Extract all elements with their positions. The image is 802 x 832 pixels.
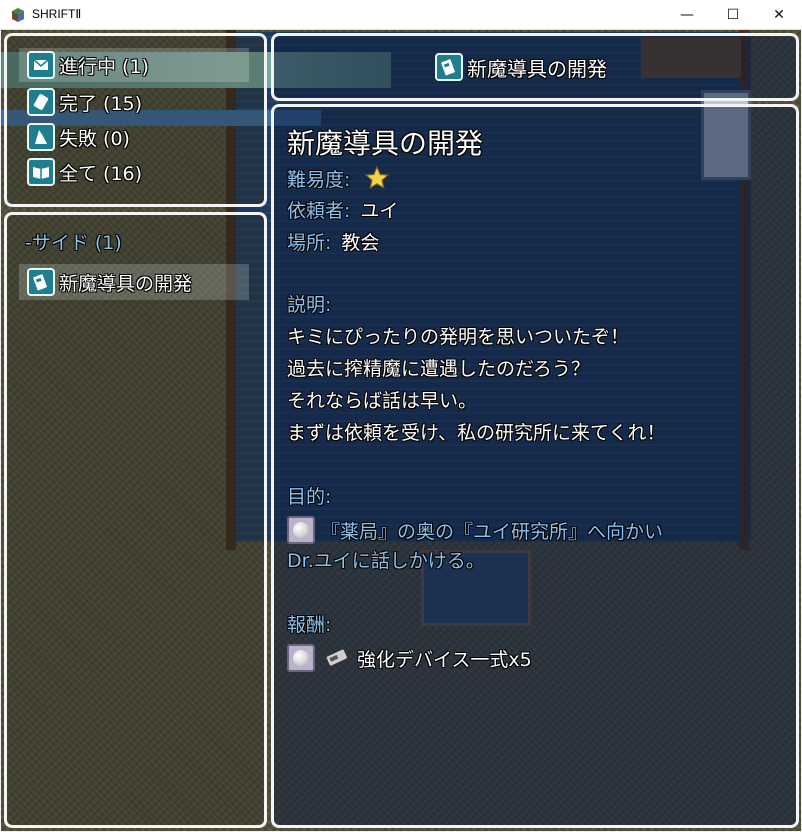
device-icon	[325, 648, 349, 667]
star-icon	[365, 165, 390, 189]
objective-row: 『薬局』の奥の『ユイ研究所』へ向かい	[287, 514, 663, 546]
envelope-icon	[27, 51, 55, 79]
objective-line: 『薬局』の奥の『ユイ研究所』へ向かい	[321, 520, 664, 543]
description-line: 過去に搾精魔に遭遇したのだろう？	[287, 358, 590, 380]
quest-device-icon	[27, 268, 55, 296]
description-line: まずは依頼を受け、私の研究所に来てくれ！	[287, 422, 666, 444]
minimize-button[interactable]: —	[664, 0, 710, 30]
game-screen: 進行中 (1) 完了 (15) 失敗 (0) 全て (16) -サイド (1) …	[1, 30, 801, 831]
status-item-label: 全て (16)	[59, 162, 143, 185]
orb-icon	[287, 516, 315, 544]
quest-list-panel	[4, 212, 267, 828]
close-button[interactable]: ✕	[756, 0, 802, 30]
quest-list-item[interactable]: 新魔導具の開発	[19, 264, 249, 300]
client-label: 依頼者:	[287, 199, 351, 222]
location-label: 場所:	[287, 231, 332, 254]
objective-line: Dr.ユイに話しかける。	[287, 550, 485, 572]
orb-icon	[287, 644, 315, 672]
quest-category-label: -サイド (1)	[25, 231, 122, 254]
quest-header: 新魔導具の開発	[435, 50, 607, 84]
description-line: それならば話は早い。	[287, 390, 478, 412]
description-label: 説明:	[287, 294, 332, 316]
quest-title: 新魔導具の開発	[287, 127, 484, 160]
quest-category-side: -サイド (1)	[25, 226, 122, 256]
scroll-icon	[27, 88, 55, 116]
difficulty-label: 難易度:	[287, 168, 351, 191]
quest-list-item-label: 新魔導具の開発	[59, 272, 193, 295]
book-icon	[27, 158, 55, 186]
status-item-label: 進行中 (1)	[59, 55, 149, 78]
objective-label: 目的:	[287, 486, 332, 508]
status-item-label: 失敗 (0)	[59, 127, 130, 150]
maximize-button[interactable]: ☐	[710, 0, 756, 30]
reward-value: 強化デバイス一式x5	[357, 648, 532, 671]
window-titlebar: SHRIFTⅡ — ☐ ✕	[0, 0, 802, 30]
reward-row: 強化デバイス一式x5	[287, 642, 532, 674]
status-item-all[interactable]: 全て (16)	[27, 155, 142, 189]
location-value: 教会	[341, 231, 380, 254]
status-item-label: 完了 (15)	[59, 92, 143, 115]
window-title: SHRIFTⅡ	[32, 7, 82, 21]
status-item-completed[interactable]: 完了 (15)	[27, 85, 142, 119]
status-item-in-progress[interactable]: 進行中 (1)	[19, 48, 249, 82]
quest-header-title: 新魔導具の開発	[467, 56, 607, 81]
client-value: ユイ	[360, 199, 399, 222]
broken-icon	[27, 123, 55, 151]
client-row: 依頼者: ユイ	[287, 193, 398, 225]
reward-label: 報酬:	[287, 614, 332, 636]
description-line: キミにぴったりの発明を思いついたぞ！	[287, 326, 630, 348]
status-item-failed[interactable]: 失敗 (0)	[27, 120, 130, 154]
location-row: 場所: 教会	[287, 225, 379, 257]
app-icon	[12, 8, 24, 22]
difficulty-row: 難易度:	[287, 162, 390, 194]
quest-device-icon	[435, 53, 463, 81]
